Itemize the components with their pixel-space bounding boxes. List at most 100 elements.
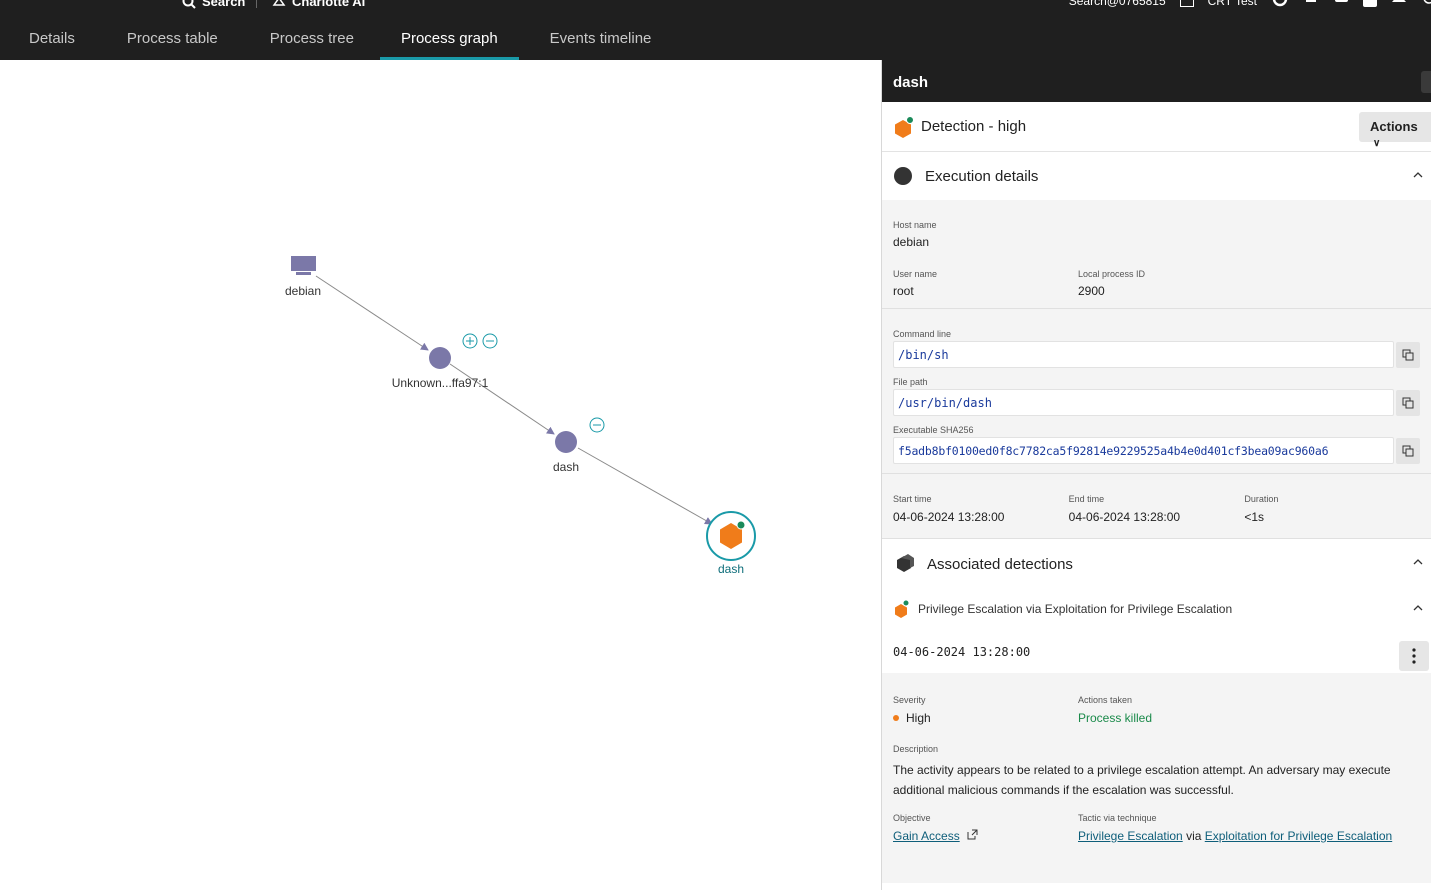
bell-icon[interactable] — [1303, 0, 1319, 8]
panel-header: dash — [882, 60, 1431, 102]
ai-label: Charlotte AI — [292, 0, 366, 9]
node-label: debian — [284, 284, 322, 298]
expand-collapse-controls — [462, 333, 498, 349]
detections-stack-icon — [897, 554, 914, 572]
field-label: Description — [893, 744, 939, 754]
more-options-button[interactable] — [1399, 641, 1429, 671]
expand-icon[interactable] — [462, 333, 478, 349]
field-label: End time — [1068, 494, 1105, 504]
process-node-unknown[interactable] — [429, 347, 451, 369]
apps-icon[interactable] — [1363, 0, 1377, 7]
topbar-divider — [256, 0, 257, 8]
external-link-icon[interactable] — [967, 829, 979, 840]
field-label: Duration — [1244, 494, 1279, 504]
host-user-block: Host name debian User name root Local pr… — [882, 200, 1431, 309]
detection-item-header[interactable]: Privilege Escalation via Exploitation fo… — [882, 589, 1431, 629]
field-label: User name — [893, 269, 938, 279]
associated-detections-header[interactable]: Associated detections — [882, 539, 1431, 589]
tab-process-graph[interactable]: Process graph — [379, 24, 519, 60]
field-label: Tactic via technique — [1078, 813, 1157, 823]
field-label: File path — [893, 377, 928, 387]
detection-item-title: Privilege Escalation via Exploitation fo… — [918, 602, 1233, 616]
user-email[interactable]: Search@0765815 — [1069, 0, 1166, 8]
actions-taken-value: Process killed — [1078, 711, 1153, 725]
global-search-button[interactable]: Search — [182, 0, 245, 9]
graph-edge — [577, 447, 713, 525]
chevron-down-icon: ∨ — [1373, 138, 1381, 149]
process-node-dash[interactable] — [555, 431, 577, 453]
chevron-up-icon[interactable] — [1413, 170, 1423, 180]
collapse-icon[interactable] — [482, 333, 498, 349]
tab-process-tree[interactable]: Process tree — [244, 24, 380, 60]
graph-edge — [449, 363, 555, 435]
process-graph-canvas[interactable]: debian Unknown...ffa97:1 dash dash — [0, 60, 881, 890]
end-time-value: 04-06-2024 13:28:00 — [1068, 510, 1181, 524]
field-label: Severity — [893, 695, 926, 705]
sha256-field[interactable]: f5adb8bf0100ed0f8c7782ca5f92814e9229525a… — [893, 437, 1420, 464]
host-node-debian[interactable] — [291, 256, 316, 275]
top-bar: Search Charlotte AI Search@0765815 CRT T… — [0, 0, 1431, 60]
field-label: Executable SHA256 — [893, 425, 974, 435]
tab-process-table[interactable]: Process table — [101, 24, 244, 60]
time-block: Start time 04-06-2024 13:28:00 End time … — [882, 474, 1431, 539]
detection-node-dash[interactable] — [706, 511, 756, 561]
copy-button[interactable] — [1396, 390, 1420, 416]
detection-hexagon-icon — [895, 115, 913, 138]
severity-dot-icon — [893, 715, 899, 721]
detection-hexagon-icon — [895, 599, 910, 618]
field-label: Command line — [893, 329, 952, 339]
command-block: Command line /bin/sh File path /usr/bin/… — [882, 309, 1431, 474]
user-icon[interactable] — [1391, 0, 1407, 8]
objective-row: Gain Access — [893, 829, 1078, 843]
duration-value: <1s — [1244, 510, 1265, 524]
chevron-up-icon[interactable] — [1413, 557, 1423, 567]
details-panel: dash Detection - high Actions ∨ Executio… — [881, 60, 1431, 890]
spiral-icon[interactable] — [1271, 0, 1289, 8]
file-path-field[interactable]: /usr/bin/dash — [893, 389, 1420, 416]
command-line-value: /bin/sh — [898, 348, 949, 362]
execution-details-header[interactable]: Execution details — [882, 152, 1431, 200]
copy-button[interactable] — [1396, 438, 1420, 464]
kebab-menu-icon — [1412, 648, 1416, 664]
detection-details-block: Severity High Actions taken Process kill… — [882, 673, 1431, 883]
chevron-up-icon[interactable] — [1413, 603, 1423, 613]
chat-icon[interactable] — [1333, 0, 1349, 8]
field-label: Start time — [893, 494, 932, 504]
charlotte-ai-button[interactable]: Charlotte AI — [272, 0, 365, 9]
field-label: Objective — [893, 813, 931, 823]
section-title: Execution details — [925, 167, 1039, 185]
graph-svg — [291, 256, 756, 561]
host-name-value: debian — [893, 235, 930, 249]
panel-title: dash — [893, 74, 929, 91]
section-title: Associated detections — [927, 555, 1073, 573]
tenant-selector[interactable]: CRT Test — [1208, 0, 1257, 8]
node-label: dash — [717, 562, 745, 576]
copy-icon — [1402, 397, 1414, 409]
tab-details[interactable]: Details — [0, 24, 101, 60]
process-circle-icon — [894, 167, 912, 185]
ai-icon — [272, 0, 286, 6]
node-label: Unknown...ffa97:1 — [391, 376, 489, 390]
detection-severity-title: Detection - high — [921, 118, 1027, 135]
command-line-field[interactable]: /bin/sh — [893, 341, 1420, 368]
sha256-value: f5adb8bf0100ed0f8c7782ca5f92814e9229525a… — [898, 444, 1329, 458]
collapse-panel-button[interactable] — [1421, 71, 1431, 93]
detection-timestamp-row: 04-06-2024 13:28:00 — [882, 629, 1431, 673]
field-label: Local process ID — [1078, 269, 1146, 279]
tab-events-timeline[interactable]: Events timeline — [519, 24, 673, 60]
tactic-link[interactable]: Privilege Escalation — [1078, 829, 1183, 843]
window-icon[interactable] — [1179, 0, 1194, 7]
user-name-value: root — [893, 284, 914, 298]
copy-button[interactable] — [1396, 342, 1420, 368]
tactic-row: Privilege Escalation via Exploitation fo… — [1078, 829, 1418, 843]
description-text: The activity appears to be related to a … — [893, 763, 1391, 797]
actions-button[interactable]: Actions ∨ — [1359, 112, 1431, 149]
graph-edge — [315, 275, 429, 351]
objective-link[interactable]: Gain Access — [893, 829, 960, 843]
collapse-icon[interactable] — [589, 417, 605, 433]
topbar-right-group: Search@0765815 CRT Test — [1069, 0, 1431, 8]
copy-icon — [1402, 445, 1414, 457]
technique-link[interactable]: Exploitation for Privilege Escalation — [1205, 829, 1392, 843]
via-text: via — [1186, 829, 1202, 843]
help-icon[interactable] — [1421, 0, 1431, 8]
